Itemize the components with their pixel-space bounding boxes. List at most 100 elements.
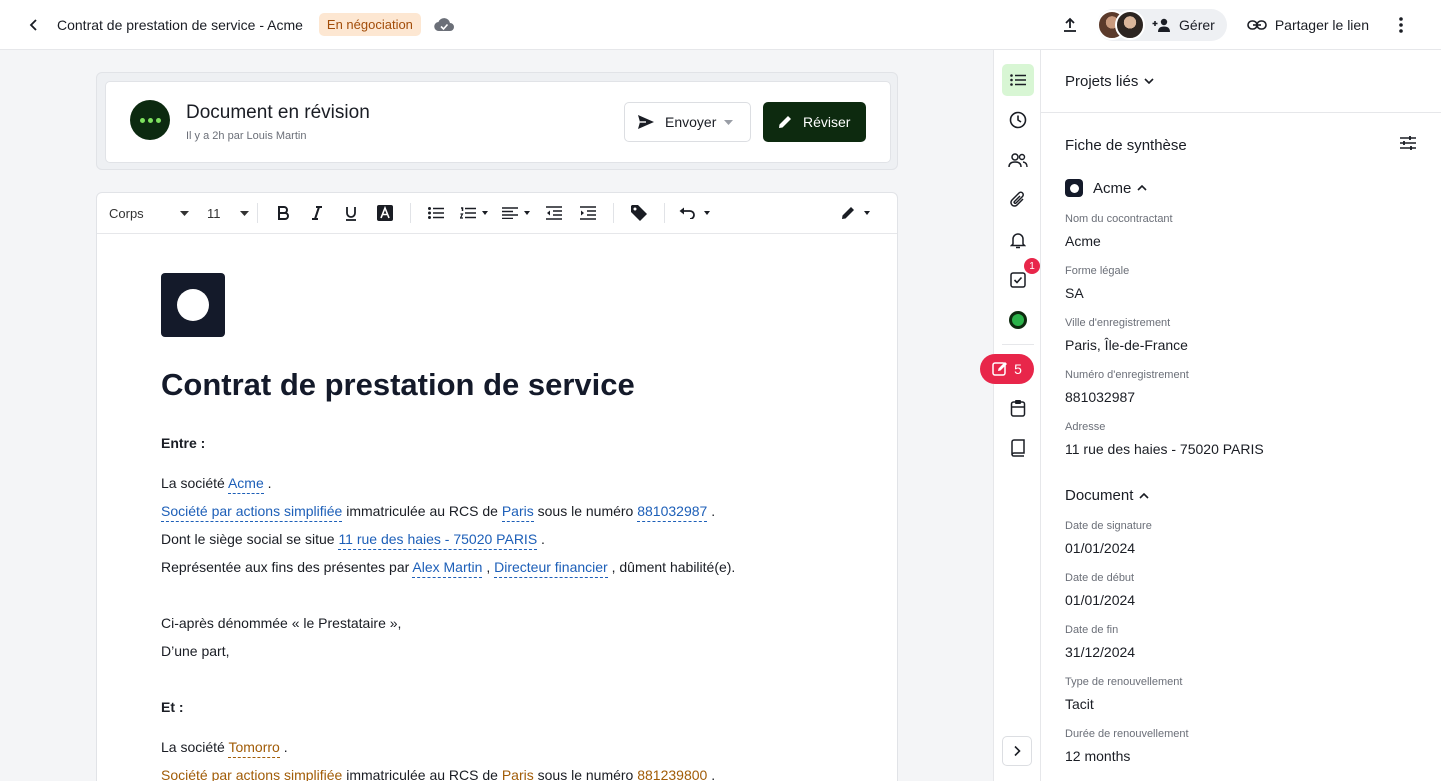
rail-history-button[interactable]: [1002, 104, 1034, 136]
linked-projects-label: Projets liés: [1065, 72, 1139, 90]
field-row: Date de fin 31/12/2024: [1065, 624, 1136, 660]
top-bar: Contrat de prestation de service - Acme …: [0, 0, 1441, 50]
rail-reminders-button[interactable]: [1002, 224, 1034, 256]
variable-registration-number-2[interactable]: 881239800: [637, 767, 708, 781]
variable-role[interactable]: Directeur financier: [494, 559, 608, 578]
text-style-select[interactable]: Corps: [109, 206, 189, 221]
bullet-list-button[interactable]: [423, 200, 449, 226]
back-button[interactable]: [20, 11, 48, 39]
outdent-button[interactable]: [541, 200, 567, 226]
variable-legal-form-2[interactable]: Société par actions simplifiée: [161, 767, 343, 781]
italic-button[interactable]: [304, 200, 330, 226]
align-button[interactable]: [499, 200, 533, 226]
bell-icon: [1010, 233, 1026, 249]
variable-registration-number[interactable]: 881032987: [637, 503, 708, 522]
chevron-right-icon: [1014, 745, 1021, 757]
paragraph-company-2: La société Tomorro .: [161, 733, 861, 761]
paragraph-address: Dont le siège social se situe 11 rue des…: [161, 525, 861, 553]
manage-access-button[interactable]: Gérer: [1097, 9, 1227, 41]
chevron-left-icon: [29, 18, 37, 31]
rail-clipboard-button[interactable]: [1002, 392, 1034, 424]
cloud-check-icon: [433, 14, 455, 36]
variable-representative[interactable]: Alex Martin: [412, 559, 483, 578]
chevron-up-icon: [1139, 492, 1149, 499]
underline-button[interactable]: [338, 200, 364, 226]
pencil-icon: [779, 116, 791, 128]
rail-expand-button[interactable]: [1002, 736, 1032, 766]
edit-mode-button[interactable]: [839, 200, 873, 226]
field-row: Date de signature 01/01/2024: [1065, 520, 1152, 556]
paragraph-company: La société Acme .: [161, 469, 861, 497]
send-button[interactable]: Envoyer: [624, 102, 751, 142]
italic-icon: [312, 206, 322, 220]
revision-card: Document en révision Il y a 2h par Louis…: [96, 72, 898, 170]
linked-projects-toggle[interactable]: Projets liés: [1041, 50, 1441, 113]
text-color-button[interactable]: [372, 200, 398, 226]
send-label: Envoyer: [665, 114, 717, 130]
tag-button[interactable]: [626, 200, 652, 226]
variable-city-2[interactable]: Paris: [501, 767, 534, 781]
document-title: Contrat de prestation de service - Acme: [57, 16, 303, 33]
status-badge[interactable]: En négociation: [318, 13, 421, 36]
document-fields: Date de signature 01/01/2024 Date de déb…: [1065, 520, 1441, 764]
users-icon: [1008, 153, 1028, 168]
align-left-icon: [502, 207, 530, 219]
variable-company-name-2[interactable]: Tomorro: [228, 739, 280, 758]
variable-company-name[interactable]: Acme: [227, 475, 264, 494]
more-options-button[interactable]: [1391, 10, 1411, 40]
rail-edits-button[interactable]: 5: [980, 354, 1034, 384]
revise-button[interactable]: Réviser: [763, 102, 866, 142]
rail-tasks-button[interactable]: 1: [1002, 258, 1040, 296]
field-row: Type de renouvellement Tacit: [1065, 676, 1183, 712]
numbered-list-button[interactable]: [457, 200, 491, 226]
rail-library-button[interactable]: [1002, 432, 1034, 464]
field-row: Adresse 11 rue des haies - 75020 PARIS: [1065, 421, 1264, 457]
document-editor: Corps 11 Contrat de prestation de servic…: [96, 192, 898, 781]
company-logo: [161, 273, 225, 337]
summary-title: Fiche de synthèse: [1065, 136, 1187, 154]
tasks-badge: 1: [1024, 258, 1040, 274]
paperclip-icon: [1010, 191, 1024, 207]
rail-summary-button[interactable]: [1002, 64, 1034, 96]
editor-toolbar: Corps 11: [97, 193, 897, 234]
add-user-icon: [1151, 14, 1173, 36]
caret-down-icon: [240, 210, 249, 216]
and-label: Et :: [161, 699, 184, 715]
field-row: Forme légale SA: [1065, 265, 1130, 301]
bold-icon: [278, 206, 289, 220]
variable-city[interactable]: Paris: [501, 503, 534, 522]
undo-button[interactable]: [677, 200, 711, 226]
between-label: Entre :: [161, 435, 206, 451]
variable-address[interactable]: 11 rue des haies - 75020 PARIS: [338, 531, 538, 550]
paragraph-representative: Représentée aux fins des présentes par A…: [161, 553, 861, 581]
document-section-label: Document: [1065, 487, 1134, 504]
indent-button[interactable]: [575, 200, 601, 226]
toolbar-divider: [664, 203, 665, 223]
document-section-toggle[interactable]: Document: [1065, 487, 1441, 504]
field-row: Durée de renouvellement 12 months: [1065, 728, 1189, 764]
revision-title: Document en révision: [186, 102, 370, 123]
status-circle-icon: [1009, 311, 1027, 329]
summary-panel: Projets liés Fiche de synthèse Acme Nom …: [1041, 50, 1441, 781]
tag-icon: [631, 205, 647, 221]
bullet-list-icon: [428, 207, 444, 219]
send-icon: [638, 115, 654, 129]
document-content[interactable]: Contrat de prestation de service Entre :…: [161, 273, 861, 781]
share-link-button[interactable]: Partager le lien: [1247, 17, 1369, 33]
paragraph-first-party: D’une part,: [161, 643, 230, 659]
rail-participants-button[interactable]: [1002, 144, 1034, 176]
book-icon: [1011, 439, 1025, 457]
bold-button[interactable]: [270, 200, 296, 226]
font-size-select[interactable]: 11: [207, 206, 249, 221]
variable-legal-form[interactable]: Société par actions simplifiée: [161, 503, 343, 522]
filter-settings-button[interactable]: [1399, 135, 1417, 155]
upload-button[interactable]: [1055, 10, 1085, 40]
edit-note-icon: [992, 362, 1008, 376]
caret-down-icon: [724, 119, 734, 125]
sliders-icon: [1400, 136, 1416, 150]
rail-status-button[interactable]: [1002, 304, 1034, 336]
acme-section-toggle[interactable]: Acme: [1065, 179, 1441, 197]
rail-attachments-button[interactable]: [1002, 184, 1034, 216]
acme-section-label: Acme: [1093, 179, 1132, 197]
caret-down-icon: [180, 210, 189, 216]
